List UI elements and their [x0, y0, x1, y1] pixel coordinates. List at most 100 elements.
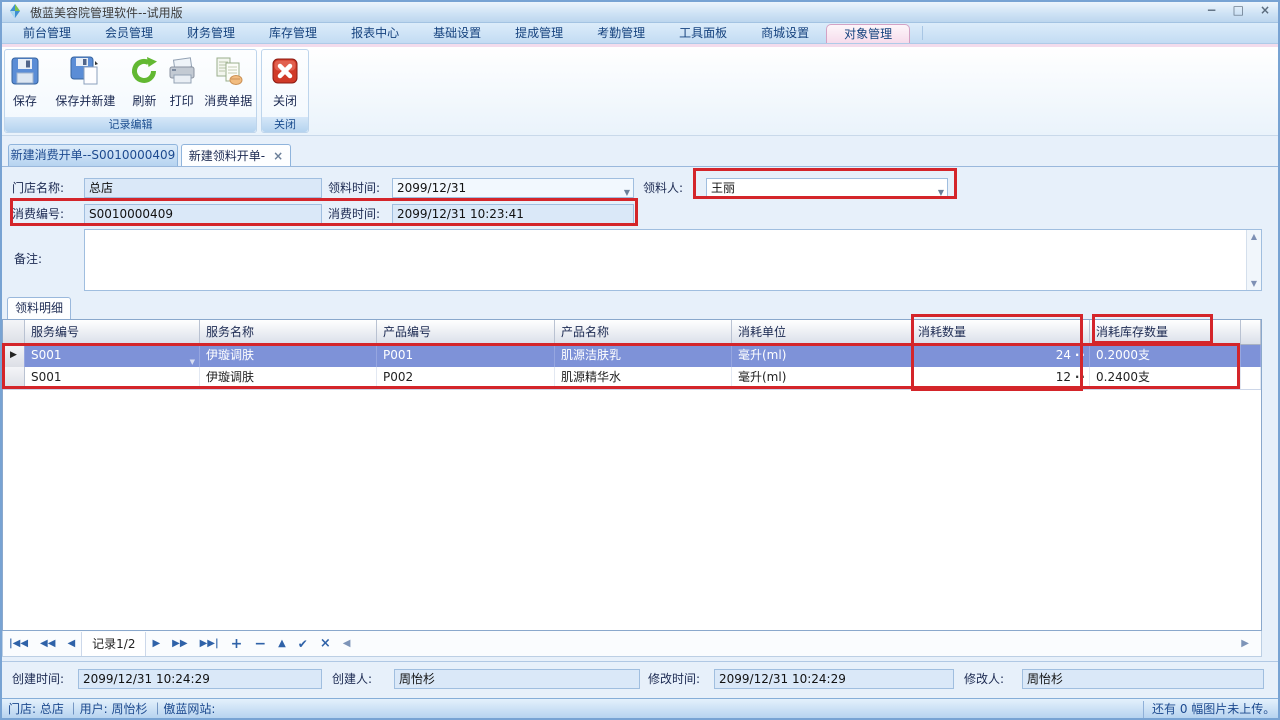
table-row[interactable]: S001 伊璇调肤 P002 肌源精华水 毫升(ml) 12 ·· 0.2400… [3, 367, 1261, 390]
modified-time-field[interactable]: 2099/12/31 10:24:29 [714, 669, 954, 689]
cell-stock-qty[interactable]: 0.2000支 [1090, 345, 1241, 367]
cell-service-no[interactable]: S001 [25, 367, 200, 389]
store-name-field[interactable]: 总店 [84, 178, 322, 198]
table-row-selected[interactable]: ▶ S001 ▼ 伊璇调肤 P001 肌源洁肤乳 毫升(ml) 24 ·· 0.… [3, 345, 1261, 367]
close-tab-icon[interactable]: × [273, 146, 283, 166]
ribbon-group-close: 关闭 关闭 [261, 49, 309, 133]
menu-tab-inventory[interactable]: 库存管理 [252, 23, 334, 43]
ellipsis-editor-icon[interactable]: ·· [1075, 367, 1086, 388]
menu-tab-reports[interactable]: 报表中心 [334, 23, 416, 43]
menu-tab-attendance[interactable]: 考勤管理 [580, 23, 662, 43]
tab-material-detail[interactable]: 领料明细 [7, 297, 71, 319]
store-name-label: 门店名称: [12, 178, 64, 198]
close-red-icon [269, 55, 301, 87]
row-indicator-icon: ▶ [3, 345, 25, 367]
close-window-icon[interactable]: × [1260, 3, 1270, 17]
nav-next-icon[interactable]: ▶ [146, 638, 166, 649]
cell-product-no[interactable]: P001 [377, 345, 555, 367]
grid-header-product-no[interactable]: 产品编号 [377, 320, 555, 344]
status-bar: 门店: 总店 ｜用户: 周怡杉 ｜傲蓝网站: 还有 0 幅图片未上传。 [0, 698, 1280, 720]
print-button[interactable]: 打印 [163, 53, 201, 109]
chevron-down-icon[interactable]: ▼ [938, 184, 944, 202]
cell-qty[interactable]: 24 ·· [912, 345, 1090, 367]
nav-collapse-right-icon[interactable]: ▶ [1235, 638, 1255, 649]
close-form-button[interactable]: 关闭 [262, 53, 308, 109]
save-button[interactable]: 保存 [5, 53, 45, 109]
picker-combo[interactable]: 王丽 ▼ [706, 178, 948, 198]
record-count-label: 记录1/2 [81, 632, 146, 656]
pick-time-combo[interactable]: 2099/12/31 ▼ [392, 178, 634, 198]
grid-header-service-name[interactable]: 服务名称 [200, 320, 377, 344]
menu-bar: 前台管理 会员管理 财务管理 库存管理 报表中心 基础设置 提成管理 考勤管理 … [0, 23, 1280, 44]
nav-post-icon[interactable]: ✔ [292, 637, 314, 651]
save-and-new-button[interactable]: 保存并新建 [45, 53, 126, 109]
cell-product-name[interactable]: 肌源精华水 [555, 367, 732, 389]
modified-by-field[interactable]: 周怡杉 [1022, 669, 1264, 689]
remark-scrollbar[interactable]: ▲ ▼ [1246, 230, 1261, 290]
modified-by-label: 修改人: [964, 669, 1004, 689]
cell-product-name[interactable]: 肌源洁肤乳 [555, 345, 732, 367]
grid-header-service-no[interactable]: 服务编号 [25, 320, 200, 344]
chevron-down-icon[interactable]: ▼ [624, 184, 630, 202]
cell-service-name[interactable]: 伊璇调肤 [200, 345, 377, 367]
grid-header-stock-qty[interactable]: 消耗库存数量 [1090, 320, 1241, 344]
menu-tab-mall[interactable]: 商城设置 [744, 23, 826, 43]
minimize-icon[interactable]: − [1207, 3, 1217, 17]
nav-collapse-left-icon[interactable]: ◀ [337, 638, 357, 649]
consume-no-field[interactable]: S0010000409 [84, 204, 322, 224]
refresh-button[interactable]: 刷新 [126, 53, 163, 109]
menu-tab-members[interactable]: 会员管理 [88, 23, 170, 43]
cell-service-name[interactable]: 伊璇调肤 [200, 367, 377, 389]
audit-fields-row: 创建时间: 2099/12/31 10:24:29 创建人: 周怡杉 修改时间:… [2, 661, 1278, 699]
grid-header-product-name[interactable]: 产品名称 [555, 320, 732, 344]
nav-prior-icon[interactable]: ◀ [61, 638, 81, 649]
consume-no-label: 消费编号: [12, 204, 64, 224]
cell-service-no[interactable]: S001 ▼ [25, 345, 200, 367]
consume-time-label: 消费时间: [328, 204, 380, 224]
nav-prior-page-icon[interactable]: ◀◀ [34, 638, 61, 649]
remark-textarea[interactable]: ▲ ▼ [84, 229, 1262, 291]
material-detail-grid: 服务编号 服务名称 产品编号 产品名称 消耗单位 消耗数量 消耗库存数量 ▶ S… [2, 319, 1262, 631]
nav-first-icon[interactable]: |◀◀ [3, 638, 34, 649]
cell-unit[interactable]: 毫升(ml) [732, 367, 912, 389]
grid-header-qty[interactable]: 消耗数量 [912, 320, 1090, 344]
title-bar: 傲蓝美容院管理软件--试用版 − □ × [0, 0, 1280, 23]
nav-edit-icon[interactable]: ▲ [272, 638, 292, 649]
consume-time-field[interactable]: 2099/12/31 10:23:41 [392, 204, 634, 224]
created-time-field[interactable]: 2099/12/31 10:24:29 [78, 669, 322, 689]
scroll-down-icon[interactable]: ▼ [1247, 279, 1261, 288]
maximize-icon[interactable]: □ [1233, 3, 1244, 17]
ribbon-toolbar: 保存 保存并新建 [0, 47, 1280, 136]
nav-delete-icon[interactable]: − [248, 636, 272, 652]
chevron-down-icon[interactable]: ▼ [190, 352, 195, 367]
cell-product-no[interactable]: P002 [377, 367, 555, 389]
save-and-new-icon [69, 55, 101, 87]
scroll-up-icon[interactable]: ▲ [1247, 232, 1261, 241]
nav-next-page-icon[interactable]: ▶▶ [166, 638, 193, 649]
cell-qty[interactable]: 12 ·· [912, 367, 1090, 389]
cell-unit[interactable]: 毫升(ml) [732, 345, 912, 367]
doc-tab-consume-order[interactable]: 新建消费开单--S0010000409 [8, 144, 178, 166]
menu-tab-tools[interactable]: 工具面板 [662, 23, 744, 43]
nav-insert-icon[interactable]: + [225, 636, 249, 652]
grid-header-unit[interactable]: 消耗单位 [732, 320, 912, 344]
cell-stock-qty[interactable]: 0.2400支 [1090, 367, 1241, 389]
ellipsis-editor-icon[interactable]: ·· [1075, 345, 1086, 366]
doc-tab-label: 新建领料开单- [189, 146, 265, 166]
save-icon [9, 55, 41, 87]
consume-receipt-button[interactable]: 消费单据 [200, 53, 256, 109]
grid-header-empty [1241, 320, 1261, 344]
remark-label: 备注: [14, 249, 42, 269]
nav-cancel-icon[interactable]: × [314, 636, 337, 651]
created-by-field[interactable]: 周怡杉 [394, 669, 640, 689]
created-by-label: 创建人: [332, 669, 372, 689]
form-panel: 门店名称: 总店 领料时间: 2099/12/31 ▼ 领料人: 王丽 ▼ 消费… [2, 166, 1278, 698]
menu-tab-commission[interactable]: 提成管理 [498, 23, 580, 43]
menu-tab-objects-active[interactable]: 对象管理 [826, 24, 910, 43]
doc-tab-material-order-active[interactable]: 新建领料开单- × [181, 144, 291, 166]
menu-tab-settings[interactable]: 基础设置 [416, 23, 498, 43]
menu-tab-finance[interactable]: 财务管理 [170, 23, 252, 43]
nav-last-icon[interactable]: ▶▶| [194, 638, 225, 649]
menu-tab-front-desk[interactable]: 前台管理 [6, 23, 88, 43]
app-window: 傲蓝美容院管理软件--试用版 − □ × 前台管理 会员管理 财务管理 库存管理… [0, 0, 1280, 720]
